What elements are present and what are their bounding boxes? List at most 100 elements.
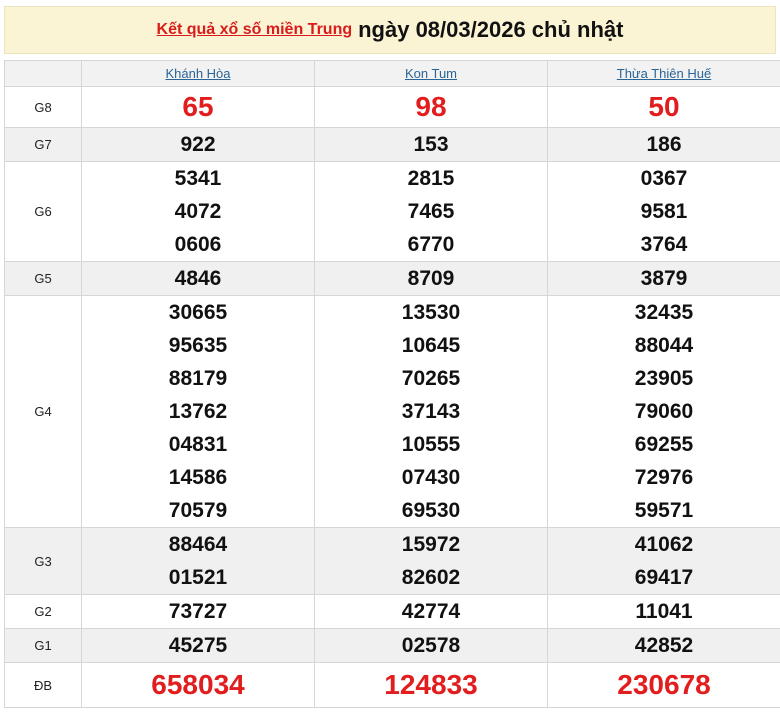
prize-number: 2815 bbox=[407, 167, 455, 190]
prize-row: G6 5341 4072 0606 2815 7465 6770 0367 9581 3764 bbox=[4, 161, 780, 262]
prize-cell: 186 bbox=[547, 127, 780, 162]
province-link-khanh-hoa[interactable]: Khánh Hòa bbox=[165, 66, 230, 81]
province-header-row: Khánh Hòa Kon Tum Thừa Thiên Huế bbox=[4, 60, 780, 87]
prize-rows: G8 65 98 50 G7 922 153 186 G6 5341 4072 0606 2815 746… bbox=[4, 86, 780, 708]
prize-number: 95635 bbox=[168, 334, 228, 357]
prize-number: 45275 bbox=[168, 634, 228, 657]
prize-row: G7 922 153 186 bbox=[4, 127, 780, 162]
prize-number: 69255 bbox=[634, 433, 694, 456]
prize-label: G4 bbox=[4, 295, 82, 528]
prize-cell: 230678 bbox=[547, 662, 780, 708]
prize-cell: 42852 bbox=[547, 628, 780, 663]
province-link-thua-thien-hue[interactable]: Thừa Thiên Huế bbox=[617, 66, 711, 81]
prize-cell: 50 bbox=[547, 86, 780, 128]
prize-label: G8 bbox=[4, 86, 82, 128]
prize-number: 02578 bbox=[401, 634, 461, 657]
prize-number: 88464 bbox=[168, 533, 228, 556]
province-link-kon-tum[interactable]: Kon Tum bbox=[405, 66, 457, 81]
prize-cell: 30665 95635 88179 13762 04831 14586 70579 bbox=[81, 295, 315, 528]
prize-label: G7 bbox=[4, 127, 82, 162]
province-header: Thừa Thiên Huế bbox=[547, 60, 780, 87]
prize-label: G5 bbox=[4, 261, 82, 296]
prize-number: 50 bbox=[648, 91, 680, 122]
prize-number: 3879 bbox=[640, 267, 688, 290]
prize-number: 73727 bbox=[168, 600, 228, 623]
prize-number: 10645 bbox=[401, 334, 461, 357]
prize-number: 69417 bbox=[634, 566, 694, 589]
prize-cell: 4846 bbox=[81, 261, 315, 296]
prize-number: 65 bbox=[182, 91, 214, 122]
prize-cell: 42774 bbox=[314, 594, 548, 629]
results-date: ngày 08/03/2026 chủ nhật bbox=[358, 17, 624, 42]
prize-number: 11041 bbox=[635, 600, 693, 623]
prize-number: 658034 bbox=[151, 669, 245, 700]
results-header: Kết quả xổ số miền Trung ngày 08/03/2026… bbox=[4, 6, 776, 54]
prize-number: 32435 bbox=[634, 301, 694, 324]
prize-cell: 922 bbox=[81, 127, 315, 162]
prize-number: 15972 bbox=[401, 533, 461, 556]
prize-row: G5 4846 8709 3879 bbox=[4, 261, 780, 296]
prize-cell: 41062 69417 bbox=[547, 527, 780, 595]
prize-cell: 124833 bbox=[314, 662, 548, 708]
province-header: Khánh Hòa bbox=[81, 60, 315, 87]
prize-number: 59571 bbox=[634, 499, 694, 522]
prize-label: G3 bbox=[4, 527, 82, 595]
prize-number: 6770 bbox=[407, 233, 455, 256]
prize-number: 04831 bbox=[168, 433, 228, 456]
prize-number: 3764 bbox=[640, 233, 688, 256]
prize-row: G2 73727 42774 11041 bbox=[4, 594, 780, 629]
corner-cell bbox=[4, 60, 82, 87]
prize-label: G1 bbox=[4, 628, 82, 663]
results-table: Khánh Hòa Kon Tum Thừa Thiên Huế G8 65 98 5… bbox=[4, 60, 780, 708]
prize-number: 41062 bbox=[634, 533, 694, 556]
prize-number: 88179 bbox=[168, 367, 228, 390]
prize-number: 0367 bbox=[640, 167, 688, 190]
prize-number: 82602 bbox=[401, 566, 461, 589]
prize-number: 42852 bbox=[634, 634, 694, 657]
prize-number: 153 bbox=[413, 133, 449, 156]
prize-cell: 98 bbox=[314, 86, 548, 128]
prize-cell: 5341 4072 0606 bbox=[81, 161, 315, 262]
prize-number: 70265 bbox=[401, 367, 461, 390]
prize-number: 0606 bbox=[174, 233, 222, 256]
prize-number: 13530 bbox=[401, 301, 461, 324]
prize-number: 10555 bbox=[401, 433, 461, 456]
prize-number: 4072 bbox=[174, 200, 222, 223]
prize-cell: 3879 bbox=[547, 261, 780, 296]
prize-row: G1 45275 02578 42852 bbox=[4, 628, 780, 663]
prize-number: 88044 bbox=[634, 334, 694, 357]
prize-number: 70579 bbox=[168, 499, 228, 522]
prize-cell: 73727 bbox=[81, 594, 315, 629]
province-header: Kon Tum bbox=[314, 60, 548, 87]
prize-cell: 45275 bbox=[81, 628, 315, 663]
prize-cell: 0367 9581 3764 bbox=[547, 161, 780, 262]
prize-number: 79060 bbox=[634, 400, 694, 423]
prize-row: ĐB 658034 124833 230678 bbox=[4, 662, 780, 708]
prize-cell: 8709 bbox=[314, 261, 548, 296]
prize-cell: 11041 bbox=[547, 594, 780, 629]
prize-number: 230678 bbox=[617, 669, 711, 700]
prize-number: 9581 bbox=[640, 200, 688, 223]
prize-number: 37143 bbox=[401, 400, 461, 423]
prize-number: 98 bbox=[415, 91, 447, 122]
prize-cell: 153 bbox=[314, 127, 548, 162]
prize-label: ĐB bbox=[4, 662, 82, 708]
prize-label: G6 bbox=[4, 161, 82, 262]
prize-cell: 2815 7465 6770 bbox=[314, 161, 548, 262]
prize-cell: 32435 88044 23905 79060 69255 72976 59571 bbox=[547, 295, 780, 528]
prize-row: G4 30665 95635 88179 13762 04831 14586 70579 135… bbox=[4, 295, 780, 528]
results-title-link[interactable]: Kết quả xổ số miền Trung bbox=[157, 21, 353, 39]
prize-number: 23905 bbox=[634, 367, 694, 390]
prize-number: 14586 bbox=[168, 466, 228, 489]
prize-cell: 02578 bbox=[314, 628, 548, 663]
prize-number: 13762 bbox=[168, 400, 228, 423]
prize-cell: 88464 01521 bbox=[81, 527, 315, 595]
prize-number: 4846 bbox=[174, 267, 222, 290]
prize-number: 07430 bbox=[401, 466, 461, 489]
prize-number: 30665 bbox=[168, 301, 228, 324]
prize-number: 69530 bbox=[401, 499, 461, 522]
prize-number: 124833 bbox=[384, 669, 478, 700]
prize-number: 01521 bbox=[168, 566, 228, 589]
prize-number: 5341 bbox=[174, 167, 222, 190]
prize-number: 7465 bbox=[407, 200, 455, 223]
